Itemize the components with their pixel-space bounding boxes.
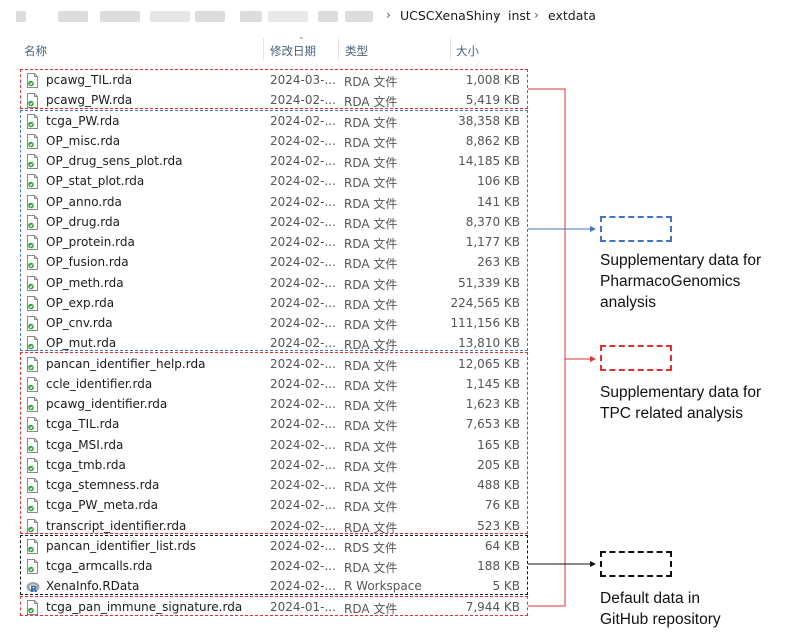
legend-text-blue: Supplementary data for PharmacoGenomics … (600, 252, 762, 311)
legend-swatch-blue (600, 216, 672, 242)
legend-text-red: Supplementary data for TPC related analy… (600, 384, 762, 422)
connector-black-arrowhead (590, 561, 596, 567)
connector-blue-arrowhead (590, 226, 596, 232)
legend-swatch-red (600, 345, 672, 371)
legend-swatch-black (600, 551, 672, 577)
connector-red-arrowhead (590, 356, 596, 362)
connector-lines (528, 88, 596, 607)
connector-red (528, 88, 566, 607)
legend-text-black: Default data in GitHub repository (600, 590, 721, 628)
